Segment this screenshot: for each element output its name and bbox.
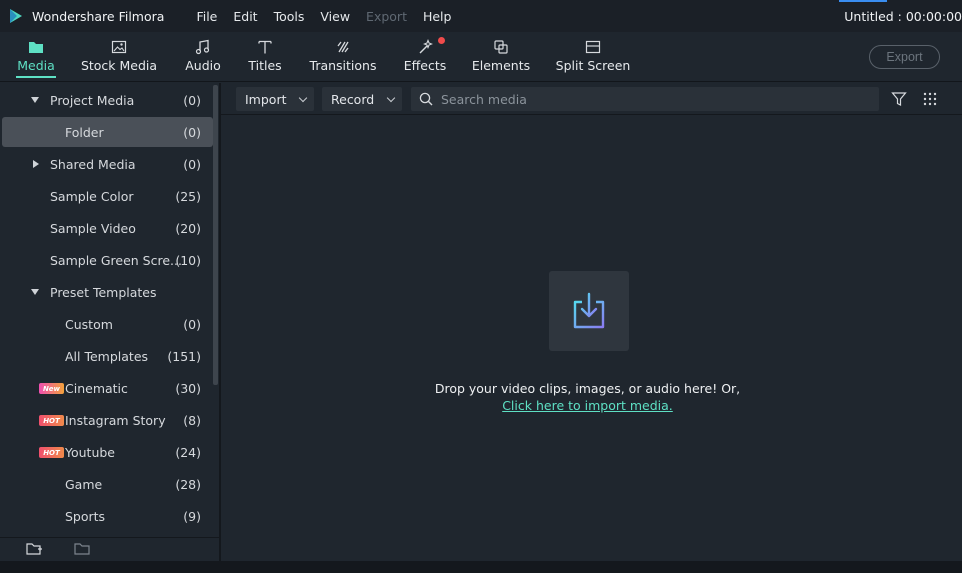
tab-elements[interactable]: Elements: [472, 32, 530, 82]
title-accent-line: [839, 0, 887, 2]
sidebar-footer: [0, 537, 219, 561]
split-screen-icon: [584, 38, 602, 56]
tree-item-folder[interactable]: Folder (0): [2, 117, 213, 147]
import-media-link[interactable]: Click here to import media.: [221, 398, 954, 413]
media-panel: Import Record Search media Drop your vid…: [221, 83, 962, 561]
tree-item-all-templates[interactable]: All Templates (151): [2, 341, 213, 371]
filmora-logo-icon: [8, 8, 24, 24]
tree-item-cinematic[interactable]: New Cinematic (30): [2, 373, 213, 403]
new-folder-icon[interactable]: [26, 542, 42, 556]
menu-export: Export: [366, 8, 407, 24]
tab-transitions[interactable]: Transitions: [310, 32, 376, 82]
folder-outline-icon[interactable]: [74, 542, 90, 556]
menu-file[interactable]: File: [196, 9, 217, 24]
magic-wand-icon: [416, 38, 434, 56]
layers-icon: [492, 38, 510, 56]
tab-audio[interactable]: Audio: [185, 32, 221, 82]
menu-edit[interactable]: Edit: [233, 9, 257, 24]
chevron-down-icon: [298, 93, 308, 103]
tree-item-instagram-story[interactable]: HOT Instagram Story (8): [2, 405, 213, 435]
export-button[interactable]: Export: [869, 45, 940, 69]
menu-view[interactable]: View: [320, 9, 350, 24]
tree-item-sample-video[interactable]: Sample Video (20): [2, 213, 213, 243]
tab-media[interactable]: Media: [16, 32, 56, 82]
drop-instructions: Drop your video clips, images, or audio …: [434, 381, 741, 396]
folder-icon: [27, 38, 45, 56]
search-input[interactable]: [441, 89, 861, 109]
tree-item-shared-media[interactable]: Shared Media (0): [2, 149, 213, 179]
menu-help[interactable]: Help: [423, 9, 452, 24]
tree-item-sports[interactable]: Sports (9): [2, 501, 213, 531]
tab-titles[interactable]: Titles: [248, 32, 282, 82]
import-dropdown[interactable]: Import: [236, 87, 314, 111]
image-icon: [110, 38, 128, 56]
import-download-icon: [571, 290, 607, 333]
tree-item-sample-green-screen[interactable]: Sample Green Scre... (10): [2, 245, 213, 275]
filter-icon[interactable]: [891, 91, 907, 107]
hot-badge: HOT: [39, 415, 64, 426]
menu-bar: File Edit Tools View Export Help: [196, 9, 467, 24]
text-t-icon: [256, 38, 274, 56]
bottom-edge: [0, 561, 962, 573]
search-icon: [419, 92, 433, 106]
tree-item-game[interactable]: Game (28): [2, 469, 213, 499]
record-dropdown[interactable]: Record: [322, 87, 402, 111]
tree-item-preset-templates[interactable]: Preset Templates: [2, 277, 213, 307]
active-tab-indicator: [16, 76, 56, 78]
grid-view-icon[interactable]: [923, 92, 937, 106]
tab-stock-media[interactable]: Stock Media: [81, 32, 157, 82]
module-tabs: Media Stock Media Audio Titles Transitio…: [0, 32, 962, 82]
notification-dot: [438, 37, 445, 44]
sidebar-scrollbar[interactable]: [213, 85, 218, 385]
search-box: [411, 87, 879, 111]
menu-tools[interactable]: Tools: [274, 9, 305, 24]
new-badge: New: [39, 383, 64, 394]
tree-item-sample-color[interactable]: Sample Color (25): [2, 181, 213, 211]
music-note-icon: [194, 38, 212, 56]
chevron-down-icon: [386, 93, 396, 103]
caret-down-icon[interactable]: [31, 97, 39, 103]
project-status: Untitled : 00:00:00: [844, 9, 962, 24]
media-toolbar: Import Record: [221, 83, 962, 115]
media-library-sidebar: Project Media (0) Folder (0) Shared Medi…: [0, 83, 219, 537]
tab-split-screen[interactable]: Split Screen: [556, 32, 630, 82]
app-name: Wondershare Filmora: [32, 8, 165, 24]
hot-badge: HOT: [39, 447, 64, 458]
tree-item-youtube[interactable]: HOT Youtube (24): [2, 437, 213, 467]
caret-right-icon[interactable]: [33, 160, 39, 168]
tab-effects[interactable]: Effects: [404, 32, 446, 82]
transition-icon: [334, 38, 352, 56]
title-bar: Wondershare Filmora File Edit Tools View…: [0, 0, 962, 32]
caret-down-icon[interactable]: [31, 289, 39, 295]
tree-item-custom[interactable]: Custom (0): [2, 309, 213, 339]
tree-item-project-media[interactable]: Project Media (0): [2, 85, 213, 115]
import-drop-zone[interactable]: [549, 271, 629, 351]
